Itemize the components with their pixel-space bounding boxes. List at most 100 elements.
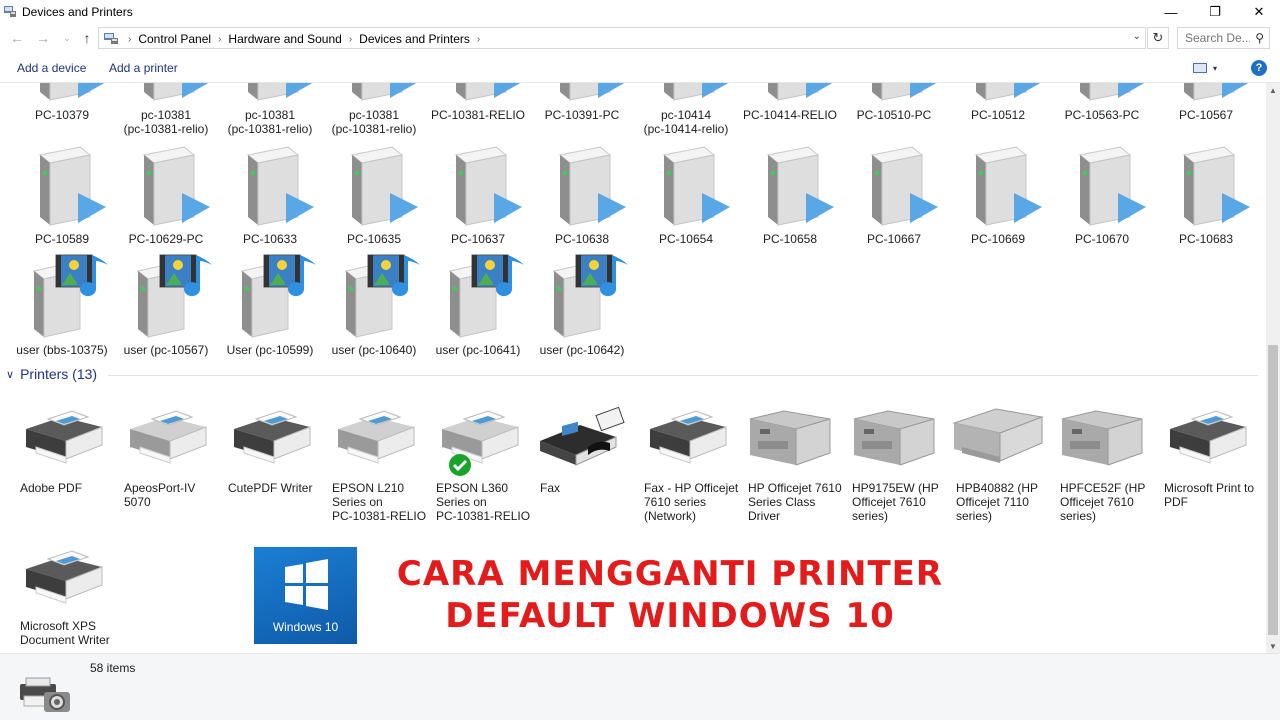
chevron-down-icon: ▾ bbox=[1213, 63, 1218, 73]
search-input[interactable] bbox=[1178, 28, 1250, 48]
recent-locations-button[interactable]: ⌄ bbox=[58, 28, 76, 48]
breadcrumb-separator[interactable]: › bbox=[349, 34, 352, 45]
computer-device-icon bbox=[1156, 83, 1256, 111]
printer-label: HP Officejet 7610 Series Class Driver bbox=[748, 481, 842, 523]
computer-device-icon bbox=[12, 143, 112, 236]
chevron-down-icon: ∨ bbox=[6, 368, 15, 381]
navigation-bar: ← → ⌄ ↑ › Control Panel › Hardware and S… bbox=[0, 24, 1280, 52]
devices-printers-camera-icon bbox=[20, 677, 70, 712]
item-count: 58 items bbox=[90, 661, 136, 675]
printer-label: Microsoft XPS Document Writer bbox=[20, 619, 110, 647]
address-bar[interactable]: › Control Panel › Hardware and Sound › D… bbox=[98, 27, 1146, 49]
printer-icon bbox=[324, 403, 424, 480]
computer-device-icon bbox=[740, 143, 840, 236]
device-label: PC-10669 bbox=[970, 232, 1026, 246]
breadcrumb-devices-and-printers[interactable]: Devices and Printers bbox=[359, 32, 470, 46]
computer-device-icon bbox=[532, 83, 632, 111]
computer-device-icon bbox=[740, 83, 840, 111]
change-view-button[interactable]: ▾ bbox=[1193, 61, 1227, 75]
device-label: PC-10512 bbox=[970, 108, 1026, 122]
printer-label: HP9175EW (HP Officejet 7610 series) bbox=[852, 481, 939, 523]
search-box[interactable]: ⚲ bbox=[1177, 27, 1270, 49]
windows-10-logo: Windows 10 bbox=[254, 547, 357, 644]
device-label: PC-10381-RELIO bbox=[430, 108, 526, 122]
device-label: PC-10637 bbox=[450, 232, 506, 246]
computer-device-icon bbox=[1052, 83, 1152, 111]
breadcrumb-control-panel[interactable]: Control Panel bbox=[138, 32, 211, 46]
add-device-button[interactable]: Add a device bbox=[17, 61, 86, 75]
computer-device-icon bbox=[1052, 143, 1152, 236]
maximize-button[interactable]: ❐ bbox=[1192, 0, 1238, 24]
device-label: user (pc-10567) bbox=[123, 343, 209, 357]
printer-label: ApeosPort-IV 5070 bbox=[124, 481, 196, 509]
breadcrumb-separator[interactable]: › bbox=[128, 34, 131, 45]
device-label: pc-10414 (pc-10414-relio) bbox=[643, 108, 729, 136]
breadcrumb-separator[interactable]: › bbox=[218, 34, 221, 45]
view-icon bbox=[1193, 63, 1207, 73]
device-label: PC-10638 bbox=[554, 232, 610, 246]
group-divider bbox=[108, 375, 1258, 376]
control-panel-icon bbox=[104, 33, 118, 44]
computer-device-icon bbox=[324, 83, 424, 111]
media-device-icon bbox=[220, 251, 320, 344]
scroll-thumb[interactable] bbox=[1268, 345, 1278, 635]
fax-icon bbox=[532, 403, 632, 480]
device-label: PC-10667 bbox=[866, 232, 922, 246]
forward-button[interactable]: → bbox=[34, 28, 52, 48]
device-label: PC-10589 bbox=[34, 232, 90, 246]
device-label: PC-10391-PC bbox=[544, 108, 620, 122]
add-printer-button[interactable]: Add a printer bbox=[109, 61, 178, 75]
printer-icon bbox=[12, 543, 112, 620]
device-label: pc-10381 (pc-10381-relio) bbox=[227, 108, 313, 136]
printer-icon bbox=[116, 403, 216, 480]
printer-label: EPSON L210 Series on PC-10381-RELIO bbox=[332, 481, 427, 523]
computer-device-icon bbox=[12, 83, 112, 111]
device-label: user (pc-10641) bbox=[435, 343, 521, 357]
device-label: PC-10635 bbox=[346, 232, 402, 246]
address-dropdown-icon[interactable]: ⌄ bbox=[1133, 31, 1141, 42]
scroll-down-arrow[interactable]: ▼ bbox=[1266, 639, 1280, 653]
headline-line-2: DEFAULT WINDOWS 10 bbox=[445, 596, 895, 636]
title-bar: Devices and Printers — ❐ ✕ bbox=[0, 0, 1280, 24]
windows-logo-icon bbox=[285, 559, 328, 610]
media-device-icon bbox=[12, 251, 112, 344]
device-label: user (pc-10640) bbox=[331, 343, 417, 357]
device-label: PC-10379 bbox=[34, 108, 90, 122]
computer-device-icon bbox=[948, 143, 1048, 236]
printer-icon bbox=[844, 403, 944, 480]
minimize-button[interactable]: — bbox=[1148, 0, 1194, 24]
printer-label: Microsoft Print to PDF bbox=[1164, 481, 1255, 509]
printer-label: Adobe PDF bbox=[20, 481, 83, 495]
vertical-scrollbar[interactable]: ▲ ▼ bbox=[1266, 83, 1280, 653]
printer-icon bbox=[12, 403, 112, 480]
printer-icon bbox=[220, 403, 320, 480]
computer-device-icon bbox=[1156, 143, 1256, 236]
computer-device-icon bbox=[428, 143, 528, 236]
device-label: pc-10381 (pc-10381-relio) bbox=[123, 108, 209, 136]
computer-device-icon bbox=[844, 143, 944, 236]
printers-group-header[interactable]: ∨ Printers (13) bbox=[6, 366, 97, 382]
computer-device-icon bbox=[116, 83, 216, 111]
printer-label: EPSON L360 Series on PC-10381-RELIO bbox=[436, 481, 531, 523]
printer-label: HPFCE52F (HP Officejet 7610 series) bbox=[1060, 481, 1146, 523]
refresh-button[interactable]: ↻ bbox=[1147, 27, 1169, 49]
printer-icon bbox=[428, 403, 528, 480]
printer-label: CutePDF Writer bbox=[228, 481, 313, 495]
breadcrumb-hardware-and-sound[interactable]: Hardware and Sound bbox=[228, 32, 341, 46]
device-label: PC-10629-PC bbox=[128, 232, 204, 246]
device-label: PC-10658 bbox=[762, 232, 818, 246]
computer-device-icon bbox=[636, 83, 736, 111]
printer-label: Fax bbox=[540, 481, 561, 495]
close-button[interactable]: ✕ bbox=[1236, 0, 1280, 24]
help-button[interactable]: ? bbox=[1251, 60, 1267, 76]
up-button[interactable]: ↑ bbox=[78, 28, 96, 48]
breadcrumb-separator[interactable]: › bbox=[477, 34, 480, 45]
scroll-up-arrow[interactable]: ▲ bbox=[1266, 83, 1280, 97]
search-icon[interactable]: ⚲ bbox=[1255, 31, 1264, 45]
printer-icon bbox=[1052, 403, 1152, 480]
computer-device-icon bbox=[428, 83, 528, 111]
windows-logo-text: Windows 10 bbox=[272, 620, 339, 634]
back-button[interactable]: ← bbox=[8, 28, 26, 48]
details-pane: 58 items bbox=[0, 653, 1280, 720]
media-device-icon bbox=[116, 251, 216, 344]
